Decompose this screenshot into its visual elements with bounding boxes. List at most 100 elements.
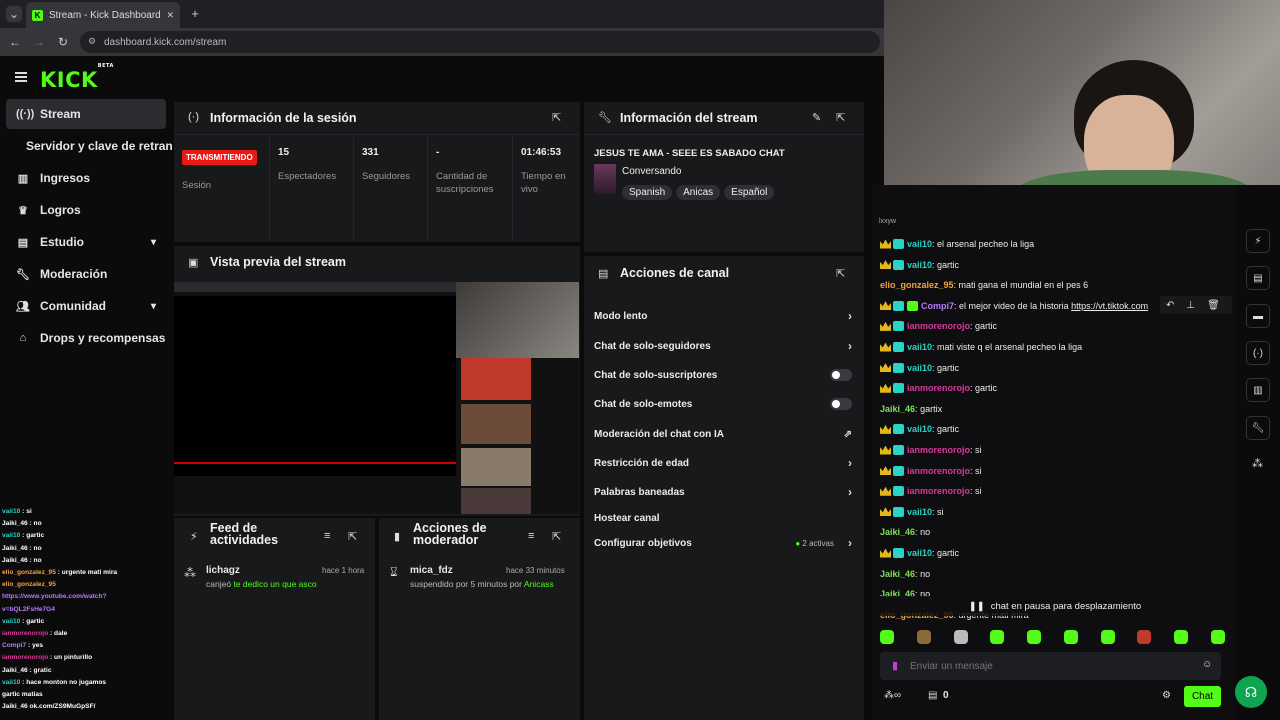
chat-message[interactable]: Jaiki_46: gartix [880, 402, 942, 416]
filter-icon[interactable]: ≡ [324, 530, 330, 542]
emote-icon[interactable] [880, 630, 894, 644]
chat-username[interactable]: ianmorenorojo [907, 445, 970, 455]
stream-preview-video[interactable] [174, 282, 579, 514]
action-ai-moderation[interactable]: Moderación del chat con IA ⇗ [594, 424, 856, 444]
emote-icon[interactable] [953, 630, 968, 644]
mod-action-user[interactable]: mica_fdz [410, 565, 453, 576]
sidebar-item-comunidad[interactable]: 👥︎ Comunidad ▾ [6, 291, 166, 321]
chat-icon[interactable]: ▬ [1246, 304, 1270, 328]
chat-message[interactable]: vaii10: si [880, 505, 944, 519]
chat-message[interactable]: vaii10: gartic [880, 546, 959, 560]
emote-icon[interactable] [1137, 630, 1152, 644]
toggle-switch[interactable] [830, 369, 852, 381]
sidebar-item-server-key[interactable]: Servidor y clave de retransm [6, 131, 172, 161]
chat-message[interactable]: vaii10: gartic [880, 258, 959, 272]
popout-icon[interactable]: ⇱ [836, 111, 845, 124]
send-chat-button[interactable]: Chat [1184, 686, 1221, 707]
chat-username[interactable]: ianmorenorojo [907, 486, 970, 496]
menu-icon[interactable] [15, 72, 27, 82]
chat-username[interactable]: ianmorenorojo [907, 466, 970, 476]
chat-username[interactable]: vaii10 [907, 424, 932, 434]
sidebar-item-ingresos[interactable]: ▥ Ingresos [6, 163, 166, 193]
chat-input-box[interactable]: ▮ ☺ [880, 652, 1221, 680]
chat-message[interactable]: ianmorenorojo: si [880, 464, 982, 478]
wrench-icon[interactable]: 🔧︎ [1246, 416, 1270, 440]
tab-search-icon[interactable]: ⌄ [6, 6, 22, 22]
chat-message[interactable]: vaii10: mati viste q el arsenal pecheo l… [880, 340, 1082, 354]
chat-message[interactable]: elio_gonzalez_95: mati gana el mundial e… [880, 278, 1088, 292]
chat-username[interactable]: Jaiki_46 [880, 527, 915, 537]
popout-icon[interactable]: ⇱ [836, 267, 845, 280]
action-host-channel[interactable]: Hostear canal [594, 508, 856, 528]
chat-paused-banner[interactable]: ❚❚ chat en pausa para desplazamiento [880, 596, 1230, 616]
reload-icon[interactable]: ↻ [56, 35, 70, 49]
layout-icon[interactable]: ▥ [1246, 378, 1270, 402]
edit-icon[interactable]: ✎ [812, 111, 821, 124]
chat-message[interactable]: vaii10: gartic [880, 422, 959, 436]
filter-icon[interactable]: ≡ [528, 530, 534, 542]
chat-username[interactable]: vaii10 [907, 260, 932, 270]
chat-username[interactable]: Compi7 [921, 301, 954, 311]
toggle-switch[interactable] [830, 398, 852, 410]
chat-message[interactable]: Jaiki_46: no [880, 567, 930, 581]
url-field[interactable]: ⚙ dashboard.kick.com/stream [80, 31, 880, 53]
emoji-icon[interactable]: ☺ [1202, 659, 1212, 670]
settings-gear-icon[interactable]: ⚙ [1162, 690, 1171, 701]
chat-username[interactable]: elio_gonzalez_95 [880, 280, 954, 290]
emote-icon[interactable] [990, 630, 1005, 644]
chat-username[interactable]: Jaiki_46 [880, 569, 915, 579]
sidebar-item-stream[interactable]: ((·)) Stream [6, 99, 166, 129]
new-tab-icon[interactable]: + [188, 6, 202, 21]
chat-message[interactable]: ianmorenorojo: si [880, 484, 982, 498]
action-configure-goals[interactable]: Configurar objetivos ● 2 activas › [594, 533, 856, 553]
bolt-icon[interactable]: ⚡︎ [1246, 229, 1270, 253]
chat-message[interactable]: ianmorenorojo: gartic [880, 381, 997, 395]
emote-icon[interactable] [916, 630, 931, 644]
chat-username[interactable]: vaii10 [907, 507, 932, 517]
sidebar-item-drops[interactable]: ⌂ Drops y recompensas [6, 323, 166, 353]
pin-icon[interactable]: ⊥ [1186, 300, 1195, 311]
popout-icon[interactable]: ⇱ [552, 530, 561, 543]
action-age-restriction[interactable]: Restricción de edad › [594, 453, 856, 473]
emote-icon[interactable] [1100, 630, 1115, 644]
chat-username[interactable]: ianmorenorojo [907, 321, 970, 331]
delete-icon[interactable]: 🗑︎ [1207, 300, 1220, 311]
action-slow-mode[interactable]: Modo lento › [594, 306, 856, 326]
support-headset-icon[interactable]: ☊ [1235, 676, 1267, 708]
chat-message[interactable]: Jaiki_46: no [880, 525, 930, 539]
chat-username[interactable]: vaii10 [907, 239, 932, 249]
tab-close-icon[interactable]: ✕ [166, 10, 174, 21]
chat-message[interactable]: vaii10: el arsenal pecheo la liga [880, 237, 1034, 251]
tag-chip[interactable]: Español [724, 185, 775, 200]
popout-icon[interactable]: ⇱ [348, 530, 357, 543]
emote-icon[interactable] [1063, 630, 1078, 644]
chat-message[interactable]: ianmorenorojo: gartic [880, 319, 997, 333]
activity-user[interactable]: lichagz [206, 565, 240, 576]
chat-username[interactable]: vaii10 [907, 548, 932, 558]
notes-icon[interactable]: ▤ [1246, 266, 1270, 290]
site-info-icon[interactable]: ⚙ [88, 36, 96, 47]
chat-input[interactable] [910, 657, 1190, 675]
forward-icon[interactable]: → [32, 35, 46, 49]
chat-username[interactable]: vaii10 [907, 342, 932, 352]
chat-username[interactable]: ianmorenorojo [907, 383, 970, 393]
sidebar-item-logros[interactable]: ♛ Logros [6, 195, 166, 225]
emote-icon[interactable] [1174, 630, 1189, 644]
chat-message[interactable]: vaii10: gartic [880, 361, 959, 375]
action-subscribers-only[interactable]: Chat de solo-suscriptores [594, 365, 856, 385]
chat-username[interactable]: Jaiki_46 [880, 404, 915, 414]
emote-icon[interactable] [1027, 630, 1042, 644]
broadcast-icon[interactable]: (·) [1246, 341, 1270, 365]
chat-username[interactable]: vaii10 [907, 363, 932, 373]
back-icon[interactable]: ← [8, 35, 22, 49]
action-followers-only[interactable]: Chat de solo-seguidores › [594, 336, 856, 356]
tag-chip[interactable]: Anicas [676, 185, 721, 200]
kick-logo[interactable]: KICKBETA [40, 63, 114, 92]
chat-link[interactable]: https://vt.tiktok.com [1071, 301, 1148, 311]
emote-icon[interactable] [1210, 630, 1225, 644]
reply-icon[interactable]: ↶ [1166, 300, 1174, 311]
tag-chip[interactable]: Spanish [622, 185, 673, 200]
action-emotes-only[interactable]: Chat de solo-emotes [594, 394, 856, 414]
chat-message[interactable]: ianmorenorojo: si [880, 443, 982, 457]
sidebar-item-moderacion[interactable]: 🔧︎ Moderación [6, 259, 166, 289]
